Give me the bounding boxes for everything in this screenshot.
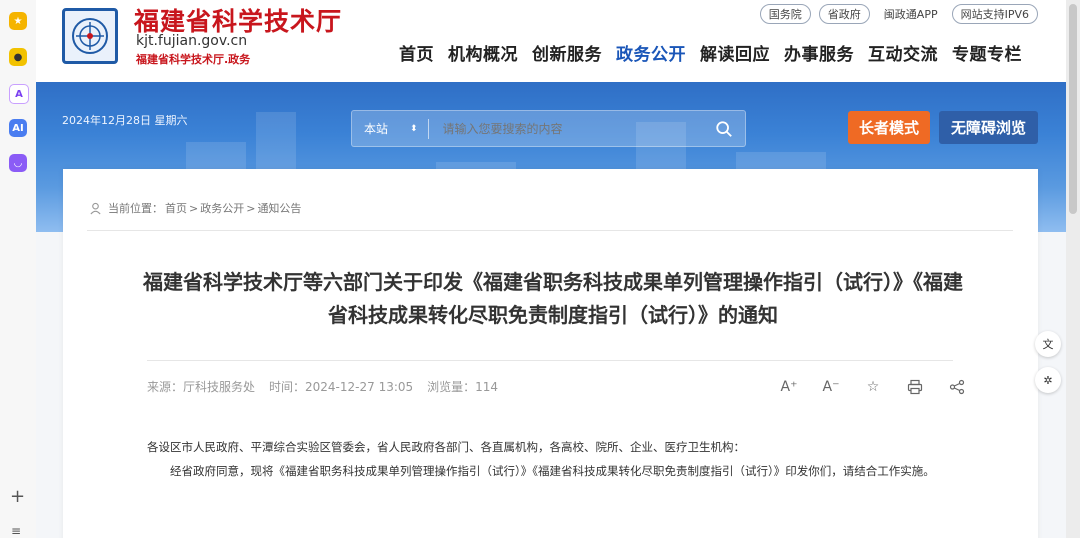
web-page: 福建省科学技术厅 kjt.fujian.gov.cn 福建省科学技术厅.政务 国… xyxy=(36,0,1066,538)
search-icon[interactable] xyxy=(715,120,733,138)
article-meta: 来源：厅科技服务处 时间：2024-12-27 13:05 浏览量：114 xyxy=(147,378,498,395)
search-input[interactable] xyxy=(440,120,715,137)
font-decrease-icon[interactable]: A⁻ xyxy=(810,377,852,397)
scrollbar-thumb[interactable] xyxy=(1069,4,1077,214)
nav-topics[interactable]: 专题专栏 xyxy=(945,40,1029,65)
top-links: 国务院 省政府 闽政通APP 网站支持IPV6 xyxy=(759,4,1038,24)
site-header: 福建省科学技术厅 kjt.fujian.gov.cn 福建省科学技术厅.政务 国… xyxy=(36,0,1066,82)
breadcrumb-gov-affairs[interactable]: 政务公开 xyxy=(200,200,244,216)
ai-icon[interactable]: AI xyxy=(9,119,27,137)
ai-assistant-icon[interactable]: A xyxy=(9,84,29,104)
translate-icon[interactable]: 文 xyxy=(1035,331,1061,357)
share-icon[interactable] xyxy=(936,377,978,397)
site-subtitle: 福建省科学技术厅.政务 xyxy=(136,53,251,66)
app-link[interactable]: 闽政通APP xyxy=(878,6,944,22)
body-paragraph: 经省政府同意，现将《福建省职务科技成果单列管理操作指引（试行）》《福建省科技成果… xyxy=(170,464,935,478)
site-url: kjt.fujian.gov.cn xyxy=(136,33,248,49)
add-icon[interactable]: + xyxy=(10,486,25,507)
smile-icon[interactable]: ◡ xyxy=(9,154,27,172)
article-tools: A⁺ A⁻ ☆ xyxy=(768,377,978,397)
emblem-logo-icon[interactable] xyxy=(62,8,118,64)
breadcrumb-home[interactable]: 首页 xyxy=(165,200,187,216)
breadcrumb-label: 当前位置： xyxy=(108,202,163,215)
chat-bot-icon[interactable]: ● xyxy=(9,48,27,66)
nav-interpretation[interactable]: 解读回应 xyxy=(693,40,777,65)
print-icon[interactable] xyxy=(894,377,936,397)
search-scope-select[interactable]: 本站 xyxy=(352,120,410,137)
nav-innovation[interactable]: 创新服务 xyxy=(525,40,609,65)
site-search: 本站 ⬍ xyxy=(351,110,746,147)
user-location-icon xyxy=(90,202,101,214)
elder-mode-button[interactable]: 长者模式 xyxy=(848,111,930,144)
search-divider xyxy=(427,118,429,139)
font-increase-icon[interactable]: A⁺ xyxy=(768,377,810,397)
star-icon[interactable]: ★ xyxy=(9,12,27,30)
divider xyxy=(147,360,953,361)
divider xyxy=(87,230,1013,231)
nav-interaction[interactable]: 互动交流 xyxy=(861,40,945,65)
article-time: 时间：2024-12-27 13:05 xyxy=(269,380,414,394)
breadcrumb-notices[interactable]: 通知公告 xyxy=(257,200,301,216)
article-source: 来源：厅科技服务处 xyxy=(147,380,256,394)
nav-services[interactable]: 办事服务 xyxy=(777,40,861,65)
nav-home[interactable]: 首页 xyxy=(392,40,441,65)
network-icon[interactable]: ✲ xyxy=(1035,367,1061,393)
favorite-star-icon[interactable]: ☆ xyxy=(852,377,894,397)
content-card: 当前位置： 首页 > 政务公开 > 通知公告 福建省科学技术厅等六部门关于印发《… xyxy=(63,169,1038,538)
nav-gov-affairs[interactable]: 政务公开 xyxy=(609,40,693,65)
sort-caret-icon[interactable]: ⬍ xyxy=(410,124,418,134)
current-date: 2024年12月28日 星期六 xyxy=(62,114,188,127)
article-body: 各设区市人民政府、平潭综合实验区管委会，省人民政府各部门、各直属机构，各高校、院… xyxy=(147,435,957,483)
scrollbar[interactable] xyxy=(1066,0,1080,538)
article-views: 浏览量：114 xyxy=(427,380,499,394)
browser-sidebar: ★ ● A AI ◡ + ≡ xyxy=(0,0,37,538)
main-nav: 首页 机构概况 创新服务 政务公开 解读回应 办事服务 互动交流 专题专栏 xyxy=(392,40,1029,65)
state-council-link[interactable]: 国务院 xyxy=(759,4,811,24)
ipv6-badge: 网站支持IPV6 xyxy=(951,4,1038,24)
breadcrumb-separator: > xyxy=(246,201,256,215)
menu-icon[interactable]: ≡ xyxy=(11,524,21,538)
addressee-paragraph: 各设区市人民政府、平潭综合实验区管委会，省人民政府各部门、各直属机构，各高校、院… xyxy=(147,440,745,454)
provincial-gov-link[interactable]: 省政府 xyxy=(818,4,870,24)
breadcrumb: 当前位置： 首页 > 政务公开 > 通知公告 xyxy=(89,200,301,216)
breadcrumb-separator: > xyxy=(189,201,199,215)
accessibility-button[interactable]: 无障碍浏览 xyxy=(939,111,1038,144)
article-title: 福建省科学技术厅等六部门关于印发《福建省职务科技成果单列管理操作指引（试行）》《… xyxy=(143,270,963,327)
nav-about[interactable]: 机构概况 xyxy=(441,40,525,65)
